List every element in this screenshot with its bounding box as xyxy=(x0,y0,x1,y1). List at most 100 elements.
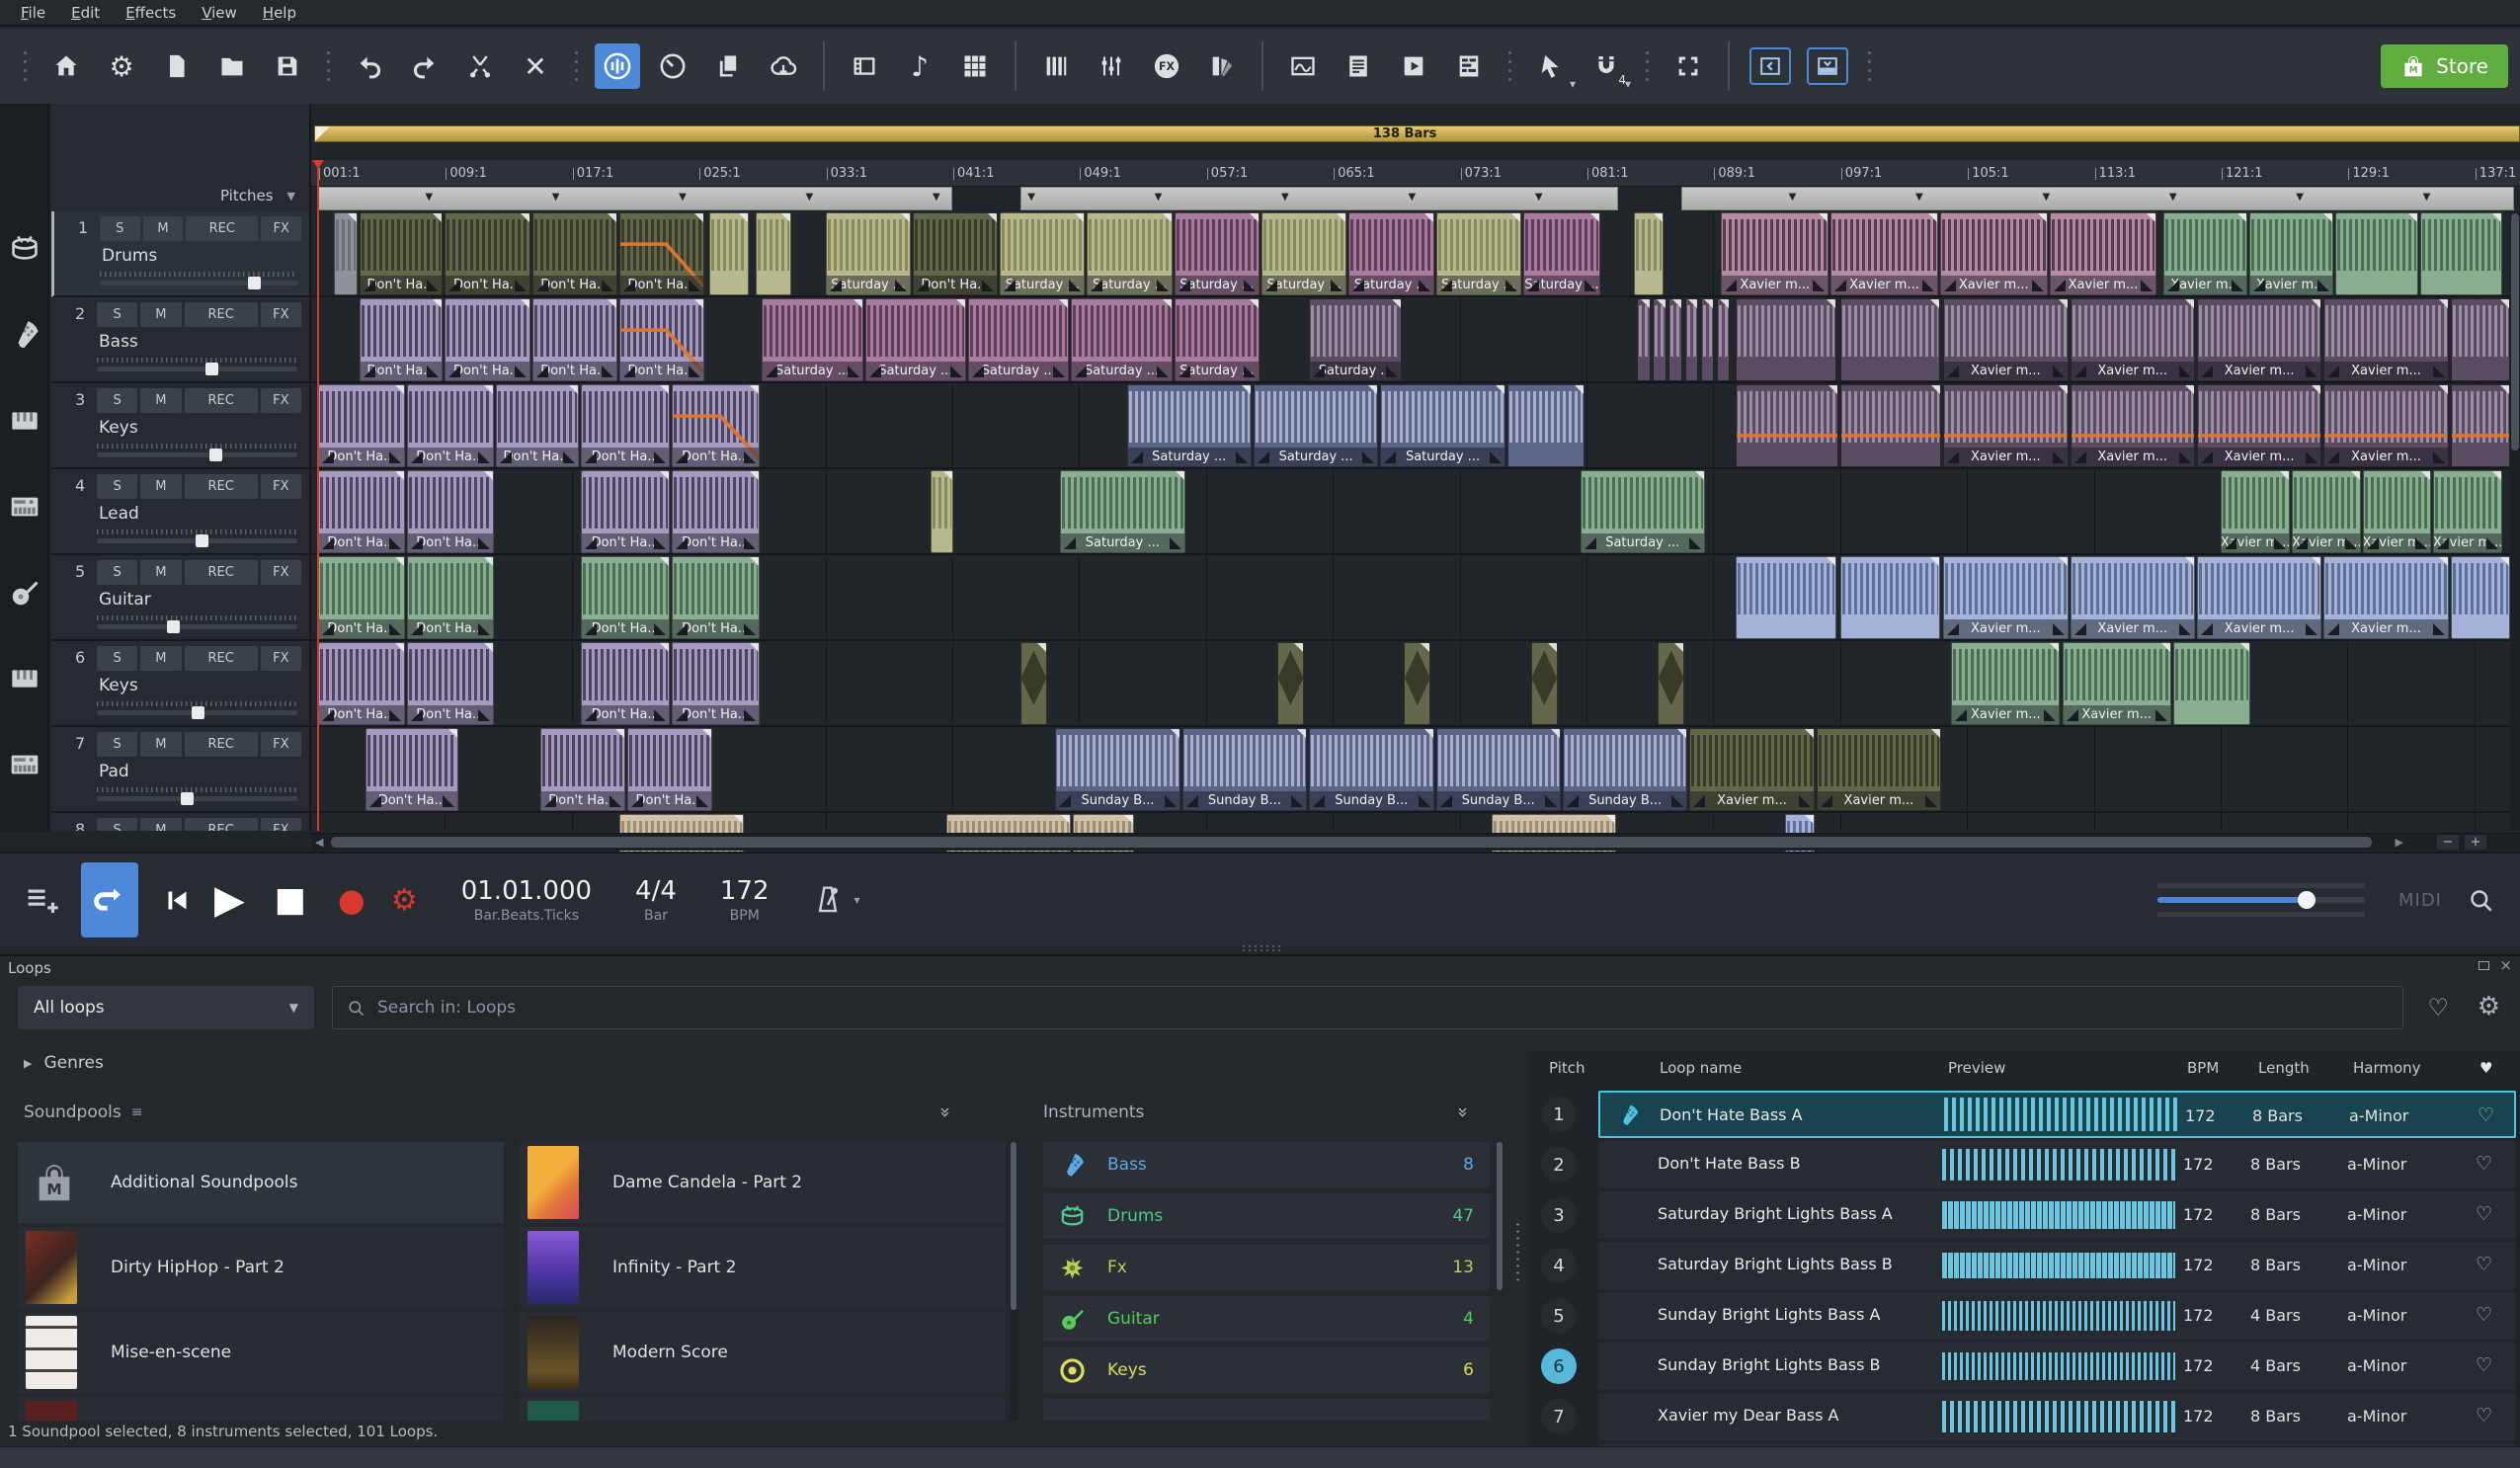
favorite-toggle-icon[interactable]: ♡ xyxy=(2478,1104,2494,1126)
audio-clip[interactable]: Don't Ha... xyxy=(318,470,405,553)
track-fx-button[interactable]: FX xyxy=(261,560,301,585)
photo-icon[interactable] xyxy=(1280,43,1326,89)
pitch-change-marker[interactable]: ▼ xyxy=(679,192,687,203)
cut-icon[interactable] xyxy=(457,43,503,89)
audio-clip[interactable]: Don't Ha... xyxy=(581,384,669,467)
play-box-icon[interactable] xyxy=(1391,43,1436,89)
audio-clip[interactable] xyxy=(1637,298,1650,381)
track-s-button[interactable]: S xyxy=(97,646,137,671)
audio-clip[interactable]: Don't Ha... xyxy=(496,384,580,467)
track-s-button[interactable]: S xyxy=(97,474,137,499)
audio-clip[interactable] xyxy=(2451,384,2511,467)
audio-clip[interactable]: Xavier m... xyxy=(2163,212,2247,295)
audio-clip[interactable] xyxy=(1658,642,1684,725)
audio-clip[interactable] xyxy=(1507,384,1585,467)
loop-row[interactable]: Saturday Bright Lights Bass A1728 Barsa-… xyxy=(1598,1191,2516,1239)
audio-clip[interactable]: Saturday ... xyxy=(1087,212,1172,295)
track-fx-button[interactable]: FX xyxy=(261,732,301,757)
soundpool-item[interactable]: Modern Score xyxy=(520,1312,1006,1393)
pitch-change-marker[interactable]: ▼ xyxy=(2169,192,2177,203)
record-settings-icon[interactable]: ⚙ xyxy=(391,883,418,918)
pitch-change-marker[interactable]: ▼ xyxy=(1155,192,1163,203)
zoom-search-icon[interactable] xyxy=(2468,887,2494,914)
metronome-button[interactable] xyxy=(813,884,843,916)
audio-clip[interactable]: Saturday ... xyxy=(968,298,1069,381)
audio-clip[interactable]: Saturday ... xyxy=(762,298,862,381)
stop-button[interactable]: ■ xyxy=(275,880,306,920)
audio-clip[interactable]: Don't Ha... xyxy=(672,642,760,725)
mixer-icon[interactable] xyxy=(1089,43,1134,89)
pitch-change-marker[interactable]: ▼ xyxy=(1915,192,1923,203)
audio-clip[interactable]: Saturday ... xyxy=(826,212,911,295)
fx-icon[interactable]: FX xyxy=(1144,43,1189,89)
audio-clip[interactable]: Don't Ha... xyxy=(913,212,998,295)
toolbar-grip[interactable] xyxy=(1865,48,1874,84)
track-header-5[interactable]: 5SMRECFXGuitar xyxy=(51,555,309,641)
track-s-button[interactable]: S xyxy=(100,216,140,241)
pitch-change-marker[interactable]: ▼ xyxy=(2423,192,2431,203)
audio-clip[interactable]: Don't Ha... xyxy=(581,642,669,725)
audio-clip[interactable] xyxy=(334,212,358,295)
audio-clip[interactable]: Sunday B... xyxy=(1055,728,1179,811)
audio-clip[interactable]: Don't Ha... xyxy=(360,298,444,381)
track-header-7[interactable]: 7SMRECFXPad xyxy=(51,727,309,813)
audio-clip[interactable]: Xavier m... xyxy=(2323,298,2448,381)
soundpools-scrollbar[interactable] xyxy=(1010,1142,1017,1421)
audio-clip[interactable]: Xavier m... xyxy=(2221,470,2290,553)
store-button[interactable]: MStore xyxy=(2381,44,2508,88)
loops-icon[interactable] xyxy=(595,43,640,89)
loops-settings-icon[interactable]: ⚙ xyxy=(2478,992,2500,1021)
soundpool-item[interactable]: Infinity - Part 2 xyxy=(520,1227,1006,1308)
audio-clip[interactable] xyxy=(2420,212,2502,295)
genres-section-toggle[interactable]: ▶ Genres xyxy=(24,1053,104,1073)
instrument-filter-fx[interactable]: Fx13 xyxy=(1043,1245,1490,1290)
object-list-icon[interactable] xyxy=(1446,43,1492,89)
menu-file[interactable]: File xyxy=(8,1,58,25)
instrument-filter-guitar[interactable]: Guitar4 xyxy=(1043,1296,1490,1342)
audio-clip[interactable]: Xavier m... xyxy=(1951,642,2060,725)
zoom-out-button[interactable]: − xyxy=(2437,835,2459,850)
audio-clip[interactable] xyxy=(1634,212,1664,295)
new-project-icon[interactable] xyxy=(154,43,200,89)
track-m-button[interactable]: M xyxy=(140,818,181,831)
audio-clip[interactable]: Xavier m... xyxy=(2197,556,2321,639)
audio-clip[interactable]: Saturday ... xyxy=(1380,384,1504,467)
piano-roll-icon[interactable] xyxy=(1033,43,1079,89)
audio-clip[interactable]: Don't Ha... xyxy=(619,298,704,381)
audio-clip[interactable]: Saturday ... xyxy=(1127,384,1252,467)
undo-icon[interactable] xyxy=(347,43,392,89)
loops-filter-dropdown[interactable]: All loops ▼ xyxy=(18,986,314,1029)
audio-clip[interactable]: Saturday ... xyxy=(1175,212,1260,295)
audio-clip[interactable]: Xavier m... xyxy=(1830,212,1938,295)
pitch-marker-row[interactable]: ▼▼▼▼▼▼▼▼▼▼▼▼▼▼▼▼ xyxy=(311,187,2520,211)
pitch-strip[interactable] xyxy=(1681,187,2514,210)
vertical-scrollbar[interactable] xyxy=(2510,211,2520,831)
audio-clip[interactable]: Xavier m... xyxy=(1689,728,1814,811)
toolbar-grip[interactable] xyxy=(324,48,333,84)
instrument-filter-keys[interactable]: Keys6 xyxy=(1043,1347,1490,1393)
track-rec-button[interactable]: REC xyxy=(186,216,258,241)
audio-clip[interactable]: Xavier m... xyxy=(2071,384,2195,467)
audio-clip[interactable]: Xavier m... xyxy=(2050,212,2157,295)
add-object-button[interactable] xyxy=(26,883,59,917)
loop-preview-waveform[interactable] xyxy=(1942,1301,2175,1331)
audio-clip[interactable]: Xavier m... xyxy=(1721,212,1829,295)
track-fx-button[interactable]: FX xyxy=(261,216,301,241)
pitch-strip[interactable] xyxy=(1020,187,1618,210)
column-header-preview[interactable]: Preview xyxy=(1948,1059,2005,1077)
track-m-button[interactable]: M xyxy=(140,732,181,757)
soundpool-item[interactable]: MAdditional Soundpools xyxy=(18,1142,504,1223)
search-input[interactable] xyxy=(375,997,2389,1019)
favorite-toggle-icon[interactable]: ♡ xyxy=(2476,1304,2492,1326)
pitches-dropdown[interactable]: Pitches ▼ xyxy=(220,187,295,204)
audio-clip[interactable] xyxy=(1668,298,1681,381)
loop-preview-waveform[interactable] xyxy=(1942,1401,2175,1432)
audio-clip[interactable]: Saturday ... xyxy=(865,298,966,381)
loop-preview-waveform[interactable] xyxy=(1942,1352,2175,1380)
audio-clip[interactable]: Saturday ... xyxy=(1060,470,1184,553)
sort-icon[interactable]: ≡ xyxy=(131,1104,143,1120)
track-header-8[interactable]: 8SMRECFX xyxy=(51,813,309,831)
audio-clip[interactable]: Sunday B... xyxy=(1563,728,1687,811)
pitch-button-7[interactable]: 7 xyxy=(1541,1399,1577,1434)
track-rec-button[interactable]: REC xyxy=(185,818,258,831)
